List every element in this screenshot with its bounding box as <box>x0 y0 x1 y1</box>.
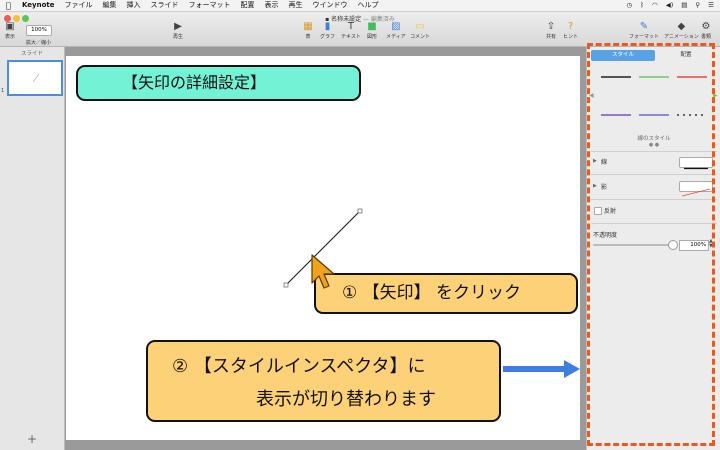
title-callout: 【矢印の詳細設定】 <box>76 65 361 101</box>
selection-handle-end[interactable] <box>357 208 363 214</box>
selection-handle-start[interactable] <box>283 282 289 288</box>
mouse-cursor-icon <box>311 254 335 289</box>
step2-callout: ② 【スタイルインスペクタ】に 表示が切り替わります <box>146 340 501 422</box>
inspector-highlight-frame <box>587 43 715 446</box>
pointer-arrow-head <box>564 360 580 378</box>
step2-line2: 表示が切り替わります <box>256 389 436 410</box>
step2-line1: ② 【スタイルインスペクタ】に <box>172 356 426 377</box>
step1-callout: ① 【矢印】 をクリック <box>314 273 578 314</box>
